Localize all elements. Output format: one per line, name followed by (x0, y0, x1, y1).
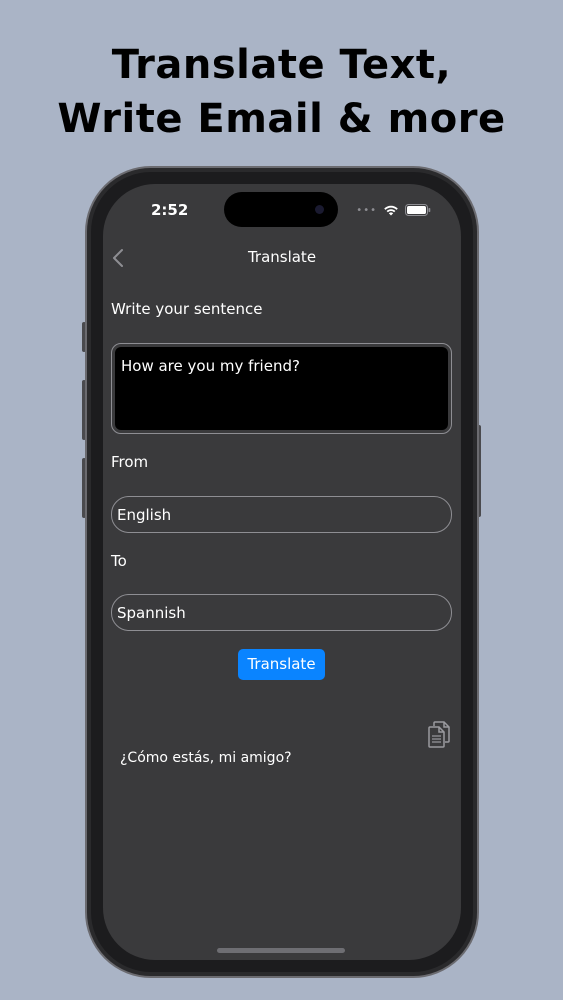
sentence-input-text[interactable]: How are you my friend? (115, 347, 448, 430)
nav-title: Translate (247, 248, 317, 266)
to-language-field[interactable]: Spannish (111, 594, 452, 631)
headline-line-2: Write Email & more (57, 96, 506, 142)
sentence-input[interactable]: How are you my friend? (111, 343, 452, 434)
signal-dots-icon: ••• (356, 204, 377, 216)
copy-icon[interactable] (427, 720, 451, 748)
to-label: To (111, 552, 127, 570)
translate-button[interactable]: Translate (238, 649, 325, 680)
home-indicator[interactable] (217, 948, 345, 953)
status-icons: ••• (356, 204, 431, 216)
sentence-label: Write your sentence (111, 300, 263, 318)
from-label: From (111, 453, 149, 471)
status-time: 2:52 (151, 201, 189, 219)
camera-icon (315, 205, 324, 214)
marketing-headline: Translate Text, Write Email & more (0, 38, 563, 146)
wifi-icon (383, 204, 399, 216)
from-language-field[interactable]: English (111, 496, 452, 533)
phone-screen: 2:52 ••• Translate Write your sentence H… (103, 184, 461, 960)
headline-line-1: Translate Text, (111, 42, 452, 88)
battery-icon (405, 204, 431, 216)
dynamic-island (224, 192, 338, 227)
translation-result: ¿Cómo estás, mi amigo? (120, 750, 292, 766)
